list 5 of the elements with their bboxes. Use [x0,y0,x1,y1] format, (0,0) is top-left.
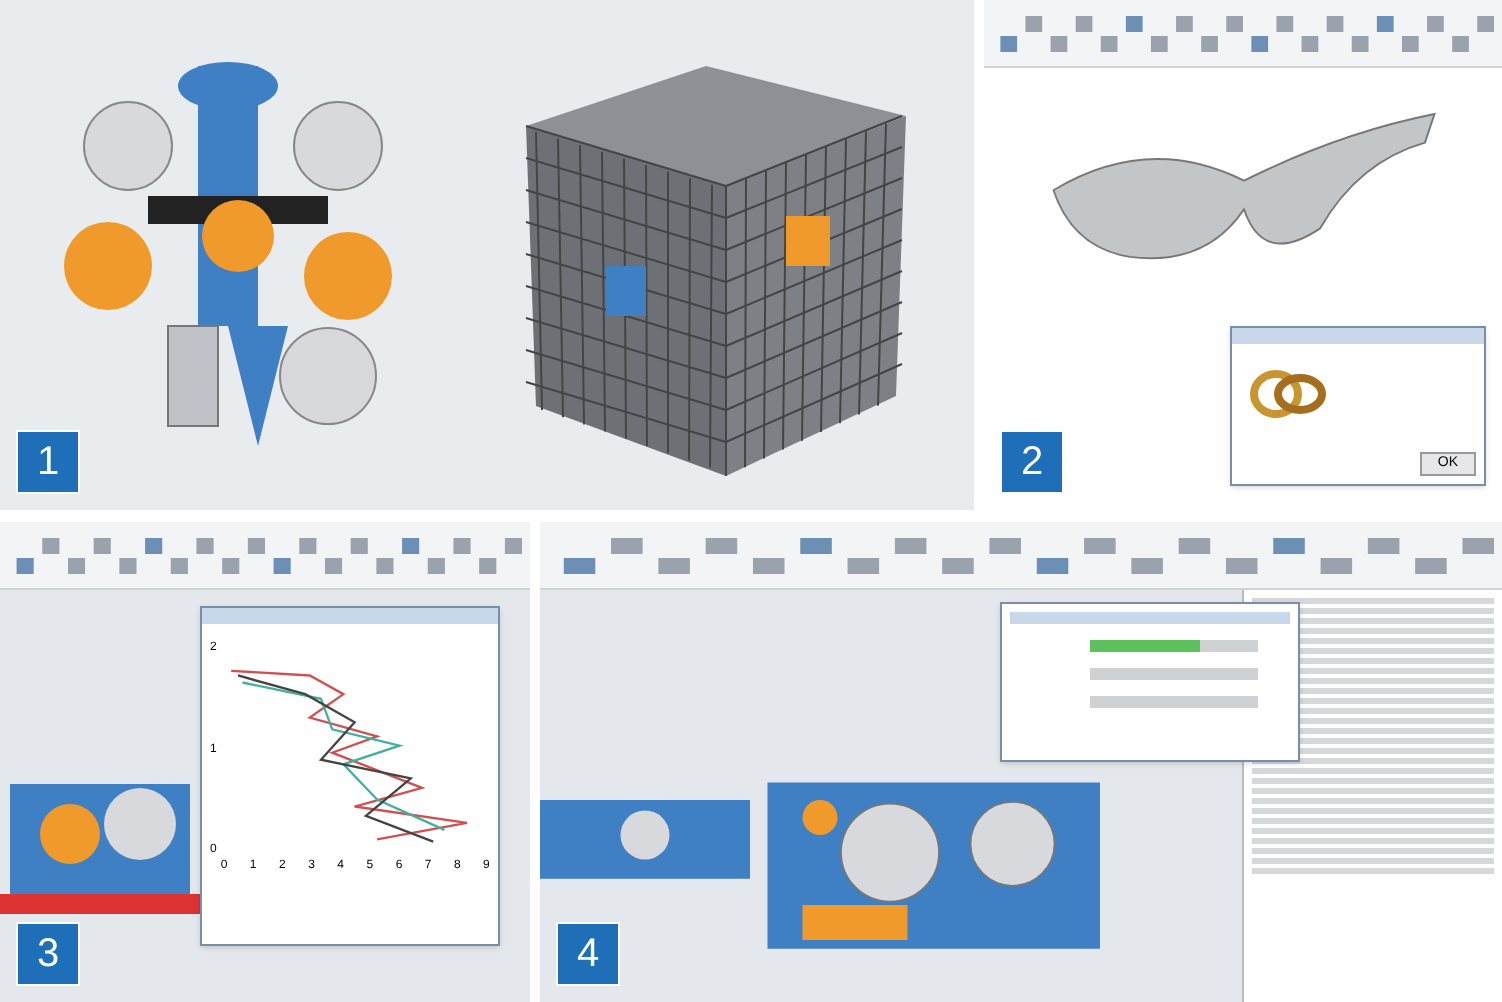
rings-icon [1248,367,1328,420]
panel-number-badge: 1 [16,430,80,494]
panel-number-badge: 2 [1000,430,1064,494]
panel-number-badge: 4 [556,922,620,986]
panel-number-badge: 3 [16,922,80,986]
